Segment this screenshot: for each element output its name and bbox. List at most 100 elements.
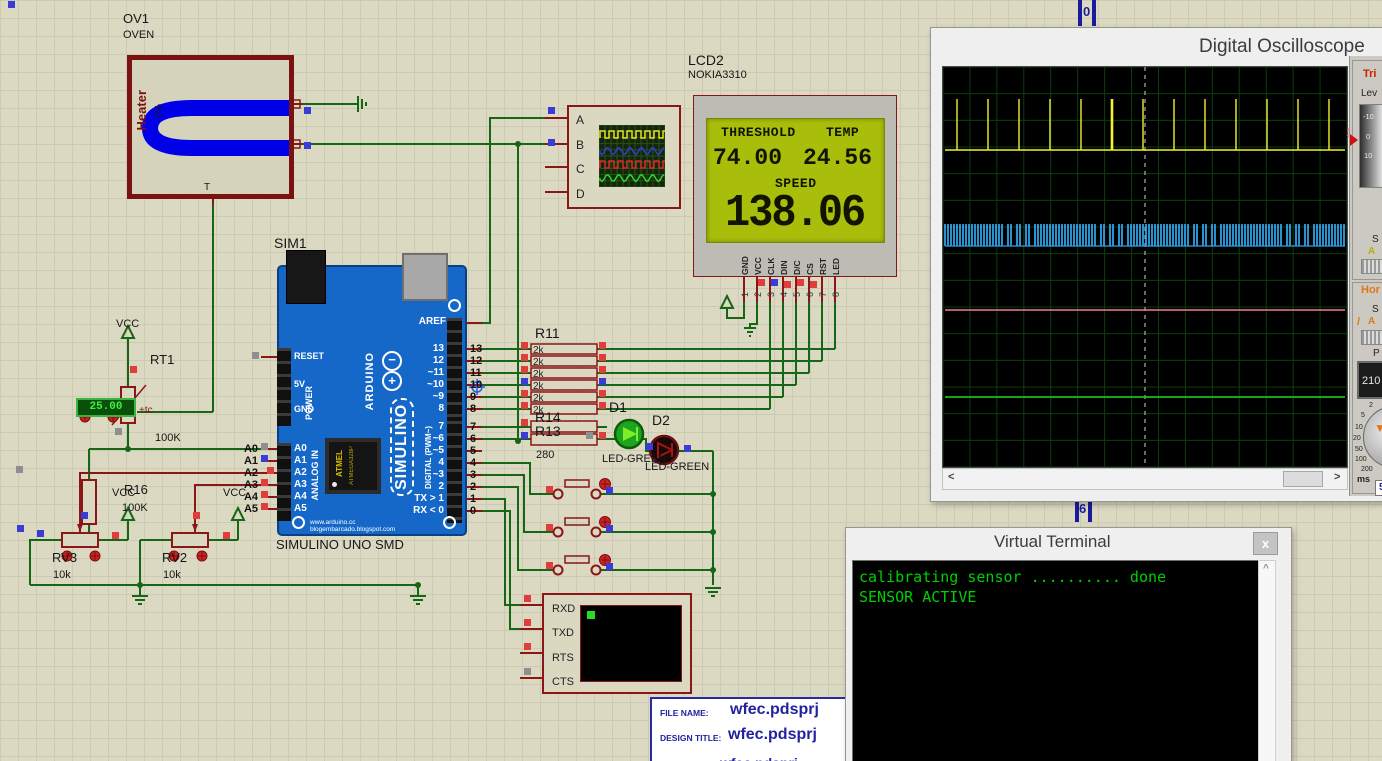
arduino-usb-connector <box>402 253 448 301</box>
pin-label: A1 <box>294 455 307 467</box>
push-button-1[interactable] <box>554 479 611 499</box>
serial-terminal-component[interactable]: RXDTXDRTSCTS <box>542 593 692 694</box>
file-name-value: wfec.pdsprj <box>730 701 819 719</box>
lcd-temp-label: TEMP <box>826 125 859 140</box>
knob-tick-label: 100 <box>1355 456 1367 463</box>
oven-part: OVEN <box>123 29 154 41</box>
push-button-2[interactable] <box>554 517 611 537</box>
chip-model: ATMEGA328P <box>349 446 355 485</box>
arduino-brand: ARDUINO <box>364 352 376 410</box>
pin-label: ~9 <box>408 391 444 403</box>
terminal-screen: calibrating sensor .......... doneSENSOR… <box>852 560 1259 761</box>
arduino-ext-analog-labels: A0A1A2A3A4A5 <box>234 443 258 515</box>
oven-body[interactable]: Heater 0% T <box>127 55 294 199</box>
arduino-header-digital-bottom <box>447 421 462 523</box>
pin-label: 13 <box>408 343 444 355</box>
sweep-value-box[interactable]: 5 <box>1375 480 1382 496</box>
arduino-aref-label: AREF <box>404 316 446 327</box>
net-marker-bottom: 6 <box>1079 501 1086 516</box>
pin-label: RTS <box>552 646 575 670</box>
lcd-pin-number: 2 <box>753 281 766 297</box>
knob-tick-label: 200 <box>1361 466 1373 473</box>
scroll-up-arrow-icon[interactable]: ^ <box>1263 563 1269 574</box>
led-d1[interactable] <box>615 420 643 448</box>
lcd-pin-number: 1 <box>740 281 753 297</box>
lcd-frame[interactable]: THRESHOLD TEMP 74.00 24.56 SPEED 138.06 … <box>693 95 897 277</box>
lcd-pin-number: 5 <box>792 281 805 297</box>
oven-percent: 0% <box>154 104 165 118</box>
resistor-value: 2k <box>533 393 544 405</box>
position-label: P <box>1373 348 1380 359</box>
lcd-threshold-label: THRESHOLD <box>721 125 796 140</box>
title-block-clipped-row: wfec.pdsprj <box>720 755 798 761</box>
knob-unit-label: ms <box>1357 474 1370 484</box>
lcd-pin-number: 7 <box>818 281 831 297</box>
virtual-terminal-window[interactable]: Virtual Terminal x calibrating sensor ..… <box>845 527 1292 761</box>
lcd-ref: LCD2 <box>688 52 724 68</box>
arduino-mount-hole <box>292 516 305 529</box>
design-title-value: wfec.pdsprj <box>728 726 817 744</box>
net-label: 12 <box>470 355 482 367</box>
oscilloscope-window[interactable]: Digital Oscilloscope < > Tri Lev -10 0 1… <box>930 27 1382 502</box>
pin-label: ~11 <box>408 367 444 379</box>
trigger-source-slider[interactable] <box>1361 259 1382 274</box>
trigger-source-label: S <box>1372 234 1379 245</box>
net-label: 13 <box>470 343 482 355</box>
oscilloscope-hscrollbar[interactable]: < > <box>942 468 1348 490</box>
pin-label: TXD <box>552 621 575 645</box>
arduino-simulino-text: SIMULINO <box>390 398 414 496</box>
position-display: 210 <box>1357 361 1382 399</box>
rv2-body[interactable] <box>172 533 208 547</box>
heater-element <box>132 60 289 184</box>
net-label: 11 <box>470 367 482 379</box>
close-button[interactable]: x <box>1253 532 1278 555</box>
scroll-left-arrow-icon[interactable]: < <box>948 471 954 483</box>
terminal-line: SENSOR ACTIVE <box>859 587 1166 607</box>
net-label: 10 <box>470 379 482 391</box>
net-label: 8 <box>470 403 482 415</box>
push-button-3[interactable] <box>554 555 611 575</box>
serial-terminal-pins: RXDTXDRTSCTS <box>552 597 575 694</box>
arduino-ref: SIM1 <box>274 235 307 251</box>
arduino-mount-hole <box>448 299 461 312</box>
arduino-ext-pin-numbers-top: 1312111098 <box>470 343 482 415</box>
design-title-label: DESIGN TITLE: <box>660 733 721 743</box>
pin-label: RX < 0 <box>396 505 444 517</box>
net-marker-top: 0 <box>1083 4 1090 19</box>
lcd-pin-label: D/C <box>792 243 805 275</box>
input-label: D <box>576 182 585 207</box>
net-label: 9 <box>470 391 482 403</box>
scope-component[interactable]: ABCD <box>567 105 681 209</box>
rt1-value: 100K <box>155 432 181 444</box>
rnet-ref: R11 <box>535 325 560 341</box>
scope-component-inputs: ABCD <box>576 108 585 207</box>
horizontal-source-slider[interactable] <box>1361 330 1382 345</box>
horizontal-slope-icon: / <box>1357 316 1360 328</box>
oscilloscope-screen <box>942 66 1348 468</box>
knob-tick-label: 5 <box>1361 412 1365 419</box>
net-label: 1 <box>470 493 476 505</box>
level-scale-tick: 10 <box>1364 151 1372 160</box>
pin-label: 12 <box>408 355 444 367</box>
rv3-body[interactable] <box>62 533 98 547</box>
lcd-pin-label: GND <box>740 243 753 275</box>
arduino-url-2: blogembarcado.blogspot.com <box>310 526 395 533</box>
level-scale-tick: 0 <box>1366 132 1370 141</box>
scroll-thumb[interactable] <box>1283 471 1323 487</box>
rv2-wiper-arrow <box>192 524 198 532</box>
arduino-ext-pin-numbers-bottom: 76543210 <box>470 421 476 517</box>
terminal-scrollbar[interactable]: ^ <box>1258 560 1276 761</box>
net-label: 2 <box>470 481 476 493</box>
scroll-right-arrow-icon[interactable]: > <box>1334 471 1340 483</box>
push-buttons[interactable] <box>554 479 611 575</box>
title-block: FILE NAME: wfec.pdsprj DESIGN TITLE: wfe… <box>650 697 849 761</box>
pin-label: A3 <box>294 479 307 491</box>
rv3-ref: RV3 <box>52 550 77 565</box>
lcd-pin-label: DIN <box>779 243 792 275</box>
level-pointer-icon[interactable] <box>1350 134 1358 146</box>
pin-label: A2 <box>294 467 307 479</box>
arduino-logo-minus: − <box>382 351 402 371</box>
trigger-level-slider[interactable]: -10 0 10 <box>1359 104 1382 188</box>
rt1-value-display[interactable]: 25.00 <box>76 398 136 417</box>
lcd-speed-value: 138.06 <box>725 187 864 239</box>
